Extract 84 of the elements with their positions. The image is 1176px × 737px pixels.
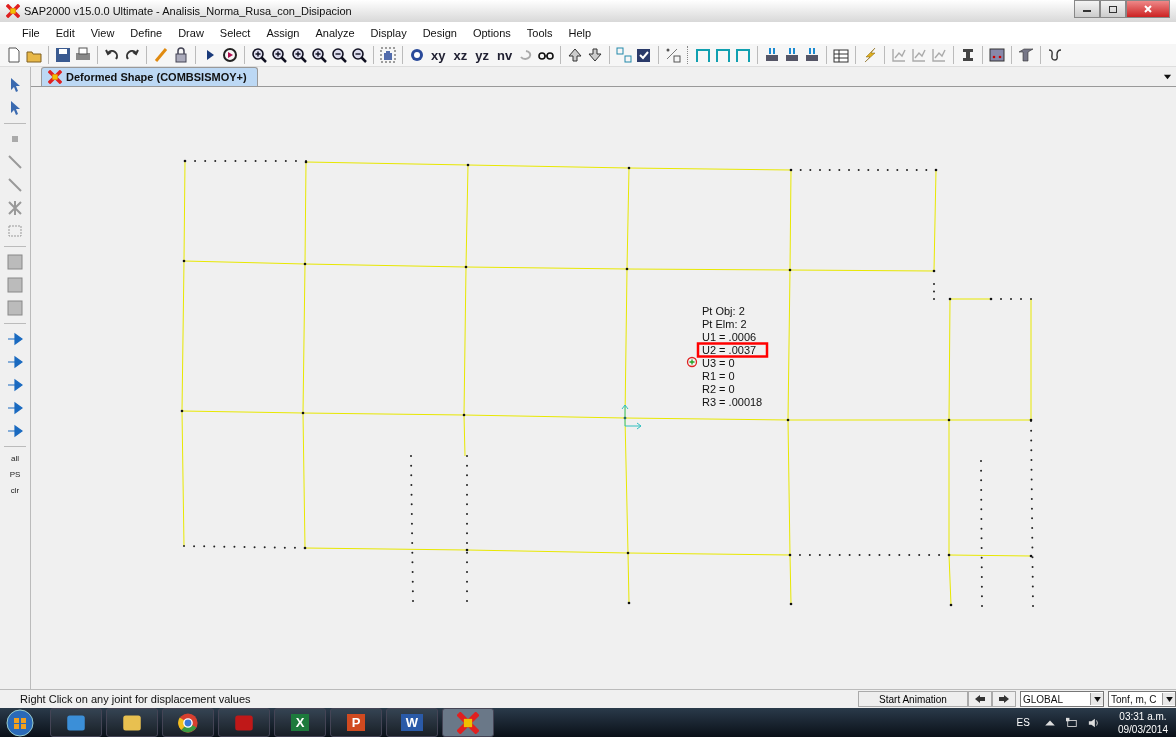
- start-animation-button[interactable]: Start Animation: [858, 691, 968, 707]
- zoom-in-icon[interactable]: [271, 47, 287, 63]
- units-dropdown[interactable]: Tonf, m, C: [1108, 691, 1176, 707]
- select-tool-button[interactable]: clr: [10, 486, 20, 495]
- displacement-value: U1 = .0006: [702, 331, 757, 343]
- maximize-icon: [1108, 4, 1118, 14]
- frame-icon[interactable]: [715, 47, 732, 63]
- select-tool-button[interactable]: PS: [9, 470, 21, 479]
- menu-item[interactable]: Assign: [258, 27, 308, 39]
- menu-item[interactable]: File: [14, 27, 48, 39]
- browser-logo-icon: [177, 711, 199, 734]
- taskbar-app-button[interactable]: [442, 708, 494, 737]
- taskbar-app-button[interactable]: [106, 708, 158, 737]
- clock[interactable]: 03:31 a.m. 09/03/2014: [1109, 709, 1176, 736]
- window-tab[interactable]: Deformed Shape (COMBSISMOY+): [41, 67, 258, 86]
- up-arrow-icon[interactable]: [567, 47, 584, 63]
- print-icon[interactable]: [75, 47, 91, 63]
- run-icon[interactable]: [222, 47, 238, 63]
- menu-item[interactable]: Tools: [518, 27, 561, 39]
- taskbar-app-button[interactable]: X: [274, 708, 326, 737]
- menu-item[interactable]: Edit: [47, 27, 83, 39]
- close-button[interactable]: [1126, 0, 1170, 18]
- displacement-value: Pt Elm: 2: [702, 318, 747, 330]
- taskbar-app-button[interactable]: W: [386, 708, 438, 737]
- menu-item[interactable]: View: [82, 27, 123, 39]
- zoom-out-icon[interactable]: [331, 47, 347, 63]
- lock-icon[interactable]: [173, 47, 189, 63]
- view-plane-button[interactable]: xy: [429, 47, 448, 63]
- app-logo-icon: [48, 70, 62, 84]
- displacement-value: R2 = 0: [702, 383, 735, 395]
- displacement-value: Pt Obj: 2: [702, 305, 745, 317]
- left-arrow-icon: [974, 694, 986, 704]
- menu-item[interactable]: Draw: [170, 27, 212, 39]
- displacement-value: R1 = 0: [702, 370, 735, 382]
- joint-marker-icon: [686, 356, 698, 368]
- caret-icon: [1093, 696, 1101, 702]
- language-indicator[interactable]: ES: [1016, 717, 1030, 728]
- coordinate-system-dropdown[interactable]: GLOBAL: [1020, 691, 1104, 707]
- menu-item[interactable]: Options: [464, 27, 519, 39]
- zoom-out-icon[interactable]: [351, 47, 367, 63]
- network-icon[interactable]: [1065, 716, 1078, 729]
- select-tool-button[interactable]: all: [11, 454, 19, 463]
- table-icon[interactable]: [833, 47, 850, 63]
- lightning-icon[interactable]: [862, 47, 879, 63]
- minimize-button[interactable]: [1074, 0, 1100, 18]
- status-message: Right Click on any joint for displacement values: [19, 693, 251, 705]
- view-plane-button[interactable]: yz: [473, 47, 491, 63]
- zoom-in-icon[interactable]: [251, 47, 267, 63]
- menu-item[interactable]: Select: [211, 27, 259, 39]
- speaker-icon[interactable]: [1087, 716, 1100, 729]
- caret-icon: [1165, 696, 1173, 702]
- new-file-icon[interactable]: [6, 47, 22, 63]
- view-plane-button[interactable]: xz: [451, 47, 470, 63]
- window-title: SAP2000 v15.0.0 Ultimate - Analisis_Norma_Rusa_con_Disipacion: [24, 5, 352, 17]
- right-arrow-icon: [998, 694, 1010, 704]
- close-icon: [1143, 4, 1153, 14]
- app-logo-icon: [6, 4, 20, 18]
- taskbar-app-button[interactable]: [162, 708, 214, 737]
- menu-item[interactable]: Design: [414, 27, 465, 39]
- frame-icon[interactable]: [695, 47, 712, 63]
- zoom-in-icon[interactable]: [291, 47, 307, 63]
- down-arrow-icon[interactable]: [587, 47, 604, 63]
- start-button[interactable]: [6, 708, 34, 737]
- zoom-in-icon[interactable]: [311, 47, 327, 63]
- checkbox-icon[interactable]: [636, 47, 653, 63]
- frame-icon[interactable]: [735, 47, 752, 63]
- axis-icon: [621, 404, 642, 430]
- taskbar-app-button[interactable]: [50, 708, 102, 737]
- next-button[interactable]: [992, 691, 1016, 707]
- previous-button[interactable]: [968, 691, 992, 707]
- displacement-value: U3 = 0: [702, 357, 735, 369]
- save-icon[interactable]: [55, 47, 71, 63]
- menu-item[interactable]: Display: [362, 27, 415, 39]
- dropdown-caret-icon[interactable]: [1163, 72, 1172, 81]
- displacement-value: R3 = .00018: [702, 396, 763, 408]
- taskbar-app-button[interactable]: P: [330, 708, 382, 737]
- spring-icon[interactable]: [1047, 47, 1064, 63]
- maximize-button[interactable]: [1100, 0, 1126, 18]
- view-plane-button[interactable]: nv: [494, 47, 515, 63]
- menu-item[interactable]: Analyze: [307, 27, 363, 39]
- menu-item[interactable]: Help: [560, 27, 600, 39]
- app-logo-icon: [457, 711, 479, 734]
- displacement-value: U2 = .0037: [702, 344, 757, 356]
- menu-item[interactable]: Define: [122, 27, 171, 39]
